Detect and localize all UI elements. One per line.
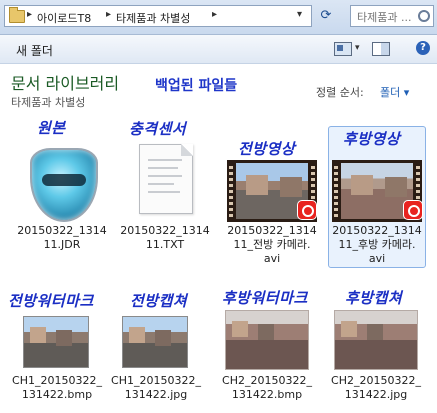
file-item[interactable]: CH2_20150322_ 131422.bmp: [219, 308, 315, 410]
search-field[interactable]: [350, 5, 434, 27]
file-item[interactable]: 20150322_1314 11.TXT: [117, 128, 213, 266]
sort-label: 정렬 순서:: [316, 86, 364, 99]
image-thumbnail-icon: [122, 316, 188, 368]
file-item[interactable]: CH2_20150322_ 131422.jpg: [328, 308, 424, 410]
backup-files-heading: 백업된 파일들: [155, 78, 238, 94]
library-subtitle: 타제품과 차별성: [11, 96, 86, 109]
breadcrumb[interactable]: ▸ 아이로드T8 ▸ 타제품과 차별성 ▸ ▾: [4, 5, 312, 27]
search-icon[interactable]: [418, 10, 430, 22]
jdr-shield-icon: [30, 148, 98, 222]
chevron-right-icon[interactable]: ▸: [212, 9, 217, 20]
caption-rear-video: 후방영상: [343, 130, 401, 148]
chevron-right-icon[interactable]: ▸: [106, 9, 111, 20]
toolbar: 새 폴더 ▾ ?: [0, 35, 437, 64]
image-thumbnail-icon: [225, 310, 309, 370]
search-input[interactable]: [355, 7, 427, 27]
refresh-icon[interactable]: ⟳: [316, 6, 336, 26]
text-document-icon: [139, 144, 193, 214]
file-name: CH1_20150322_ 131422.bmp: [12, 374, 102, 401]
breadcrumb-item-current[interactable]: 타제품과 차별성: [116, 10, 190, 26]
preview-pane-icon[interactable]: [372, 42, 390, 56]
new-folder-button[interactable]: 새 폴더: [16, 42, 53, 59]
sort-value: 폴더: [380, 86, 401, 99]
image-thumbnail-icon: [23, 316, 89, 368]
player-badge-icon: [403, 200, 423, 220]
address-bar: ▸ 아이로드T8 ▸ 타제품과 차별성 ▸ ▾ ⟳: [0, 0, 437, 35]
file-item[interactable]: 20150322_1314 11_전방 카메라. avi: [224, 128, 320, 266]
image-thumbnail-icon: [334, 310, 418, 370]
chevron-down-icon[interactable]: ▾: [355, 43, 360, 53]
file-name: 20150322_1314 11.TXT: [120, 224, 210, 251]
file-name: CH1_20150322_ 131422.jpg: [111, 374, 201, 401]
file-name: CH2_20150322_ 131422.jpg: [331, 374, 421, 401]
player-badge-icon: [297, 200, 317, 220]
chevron-down-icon: ▾: [403, 86, 410, 99]
chevron-down-icon[interactable]: ▾: [297, 9, 302, 20]
sort-dropdown[interactable]: 폴더 ▾: [380, 84, 409, 100]
folder-icon: [9, 7, 25, 23]
file-name: 20150322_1314 11_전방 카메라. avi: [227, 224, 317, 265]
caption-rear-capture: 후방캡쳐: [345, 289, 403, 307]
breadcrumb-item-root[interactable]: 아이로드T8: [37, 10, 91, 26]
file-name: 20150322_1314 11.JDR: [17, 224, 107, 251]
file-item[interactable]: CH1_20150322_ 131422.jpg: [108, 308, 204, 410]
file-name: CH2_20150322_ 131422.bmp: [222, 374, 312, 401]
file-item-selected[interactable]: 후방영상 20150322_1314 11_후방 카메라. avi: [328, 126, 426, 268]
file-name: 20150322_1314 11_후방 카메라. avi: [332, 224, 422, 265]
caption-rear-watermark: 후방워터마크: [222, 289, 308, 307]
file-item[interactable]: CH1_20150322_ 131422.bmp: [9, 308, 105, 410]
help-icon[interactable]: ?: [416, 41, 430, 55]
chevron-right-icon[interactable]: ▸: [27, 9, 32, 20]
library-title: 문서 라이브러리: [11, 74, 120, 93]
view-options-icon[interactable]: [334, 42, 352, 56]
file-item[interactable]: 20150322_1314 11.JDR: [14, 128, 110, 266]
